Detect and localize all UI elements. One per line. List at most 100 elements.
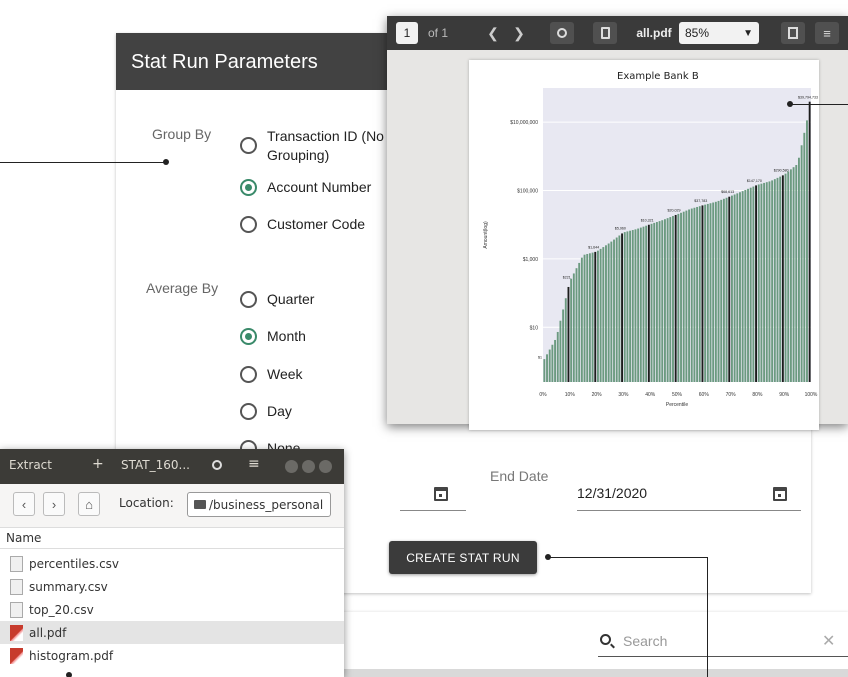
window-title: STAT_160...: [121, 458, 190, 472]
bar: [760, 183, 763, 382]
extract-button[interactable]: Extract: [9, 458, 52, 472]
calendar-icon[interactable]: [434, 487, 448, 501]
calendar-icon[interactable]: [773, 487, 787, 501]
bar: [717, 200, 720, 382]
bar: [747, 188, 749, 382]
bar: [784, 173, 787, 382]
pdf-viewer-window: 1 of 1 ❮ ❯ all.pdf 85% ▼ ≡ $10 $1,000 $10: [387, 16, 848, 430]
page-number-input[interactable]: 1: [396, 22, 418, 44]
bar: [572, 273, 575, 382]
file-row-selected[interactable]: all.pdf: [0, 621, 344, 644]
bar: [795, 165, 798, 382]
bar: [605, 245, 607, 382]
bar: [741, 191, 744, 382]
back-button[interactable]: ‹: [13, 492, 35, 516]
bar: [575, 268, 578, 382]
forward-button[interactable]: ›: [43, 492, 65, 516]
bar: [792, 167, 795, 382]
radio-label: Customer Code: [267, 216, 366, 232]
column-header-name[interactable]: Name: [6, 531, 41, 545]
bar: [803, 132, 806, 382]
home-icon[interactable]: ⌂: [78, 492, 100, 516]
search-input[interactable]: Search: [623, 633, 667, 649]
radio-week[interactable]: Week: [240, 365, 303, 384]
minimize-icon[interactable]: [285, 460, 298, 473]
file-name: summary.csv: [29, 579, 108, 594]
end-date-label: End Date: [490, 468, 549, 484]
radio-circle[interactable]: [240, 137, 257, 154]
bar: [731, 195, 733, 382]
radio-circle[interactable]: [240, 291, 257, 308]
radio-transaction-id[interactable]: Transaction ID (No Grouping): [240, 127, 390, 165]
chart-svg: $10 $1,000 $100,000 $10,000,000 Example Bank…: [483, 71, 818, 408]
x-axis-label: Percentile: [666, 402, 688, 408]
close-icon[interactable]: ✕: [822, 631, 835, 651]
radio-circle[interactable]: [240, 179, 257, 196]
text-file-icon: [10, 555, 23, 572]
bar: [639, 227, 642, 382]
thumbnails-button[interactable]: [593, 22, 617, 44]
chart-title: Example Bank B: [617, 71, 699, 82]
average-by-label: Average By: [146, 280, 219, 296]
bar: [591, 252, 594, 382]
search-button[interactable]: [550, 22, 574, 44]
search-icon[interactable]: [212, 460, 222, 470]
x-tick-label: 10%: [565, 392, 576, 398]
bar: [650, 223, 653, 382]
radio-circle[interactable]: [240, 328, 257, 345]
radio-month[interactable]: Month: [240, 327, 306, 346]
clipboard-icon: [600, 27, 610, 39]
file-row[interactable]: summary.csv: [0, 575, 344, 598]
bar: [570, 278, 573, 382]
radio-quarter[interactable]: Quarter: [240, 290, 314, 309]
zoom-select[interactable]: 85% ▼: [679, 22, 759, 44]
bar: [548, 349, 551, 382]
bar: [763, 182, 766, 382]
add-button[interactable]: +: [92, 456, 104, 472]
file-row[interactable]: percentiles.csv: [0, 552, 344, 575]
bar: [607, 243, 610, 382]
bar: [599, 248, 602, 382]
data-label: $1: [538, 355, 542, 359]
annotation-line: [707, 557, 708, 677]
bar: [559, 320, 562, 382]
radio-account-number[interactable]: Account Number: [240, 178, 371, 197]
radio-day[interactable]: Day: [240, 402, 292, 421]
bar: [688, 209, 690, 382]
search-icon: [600, 634, 611, 645]
chevron-left-icon[interactable]: ❮: [483, 22, 503, 44]
file-row[interactable]: top_20.csv: [0, 598, 344, 621]
menu-button[interactable]: ≡: [815, 22, 839, 44]
bar: [554, 339, 556, 382]
end-date-field[interactable]: 12/31/2020: [577, 485, 647, 501]
data-label: $68,613: [721, 190, 734, 194]
radio-circle[interactable]: [240, 403, 257, 420]
radio-circle[interactable]: [240, 216, 257, 233]
bar: [696, 206, 699, 382]
radio-customer-code[interactable]: Customer Code: [240, 215, 365, 234]
bar: [736, 193, 739, 382]
bar: [634, 229, 637, 382]
location-field[interactable]: /business_personal: [187, 492, 331, 517]
maximize-icon[interactable]: [302, 460, 315, 473]
radio-circle[interactable]: [240, 366, 257, 383]
file-name: percentiles.csv: [29, 556, 120, 571]
bar: [626, 231, 629, 382]
radio-label: Quarter: [267, 291, 315, 307]
bar: [779, 176, 782, 382]
chevron-right-icon[interactable]: ❯: [509, 22, 529, 44]
close-icon[interactable]: [319, 460, 332, 473]
start-date-field[interactable]: [400, 510, 466, 511]
hamburger-icon[interactable]: ≡: [248, 456, 260, 472]
save-button[interactable]: [781, 22, 805, 44]
create-stat-run-button[interactable]: CREATE STAT RUN: [389, 541, 537, 574]
annotation-dot: [66, 672, 72, 677]
bar: [806, 120, 808, 382]
bar: [701, 205, 704, 382]
annotation-line: [0, 162, 166, 163]
file-row[interactable]: histogram.pdf: [0, 644, 344, 667]
y-axis-label: Amount(log): [483, 221, 489, 249]
y-tick-label: $100,000: [517, 189, 538, 195]
group-by-label: Group By: [152, 126, 212, 142]
data-label: $37,783: [694, 199, 707, 203]
